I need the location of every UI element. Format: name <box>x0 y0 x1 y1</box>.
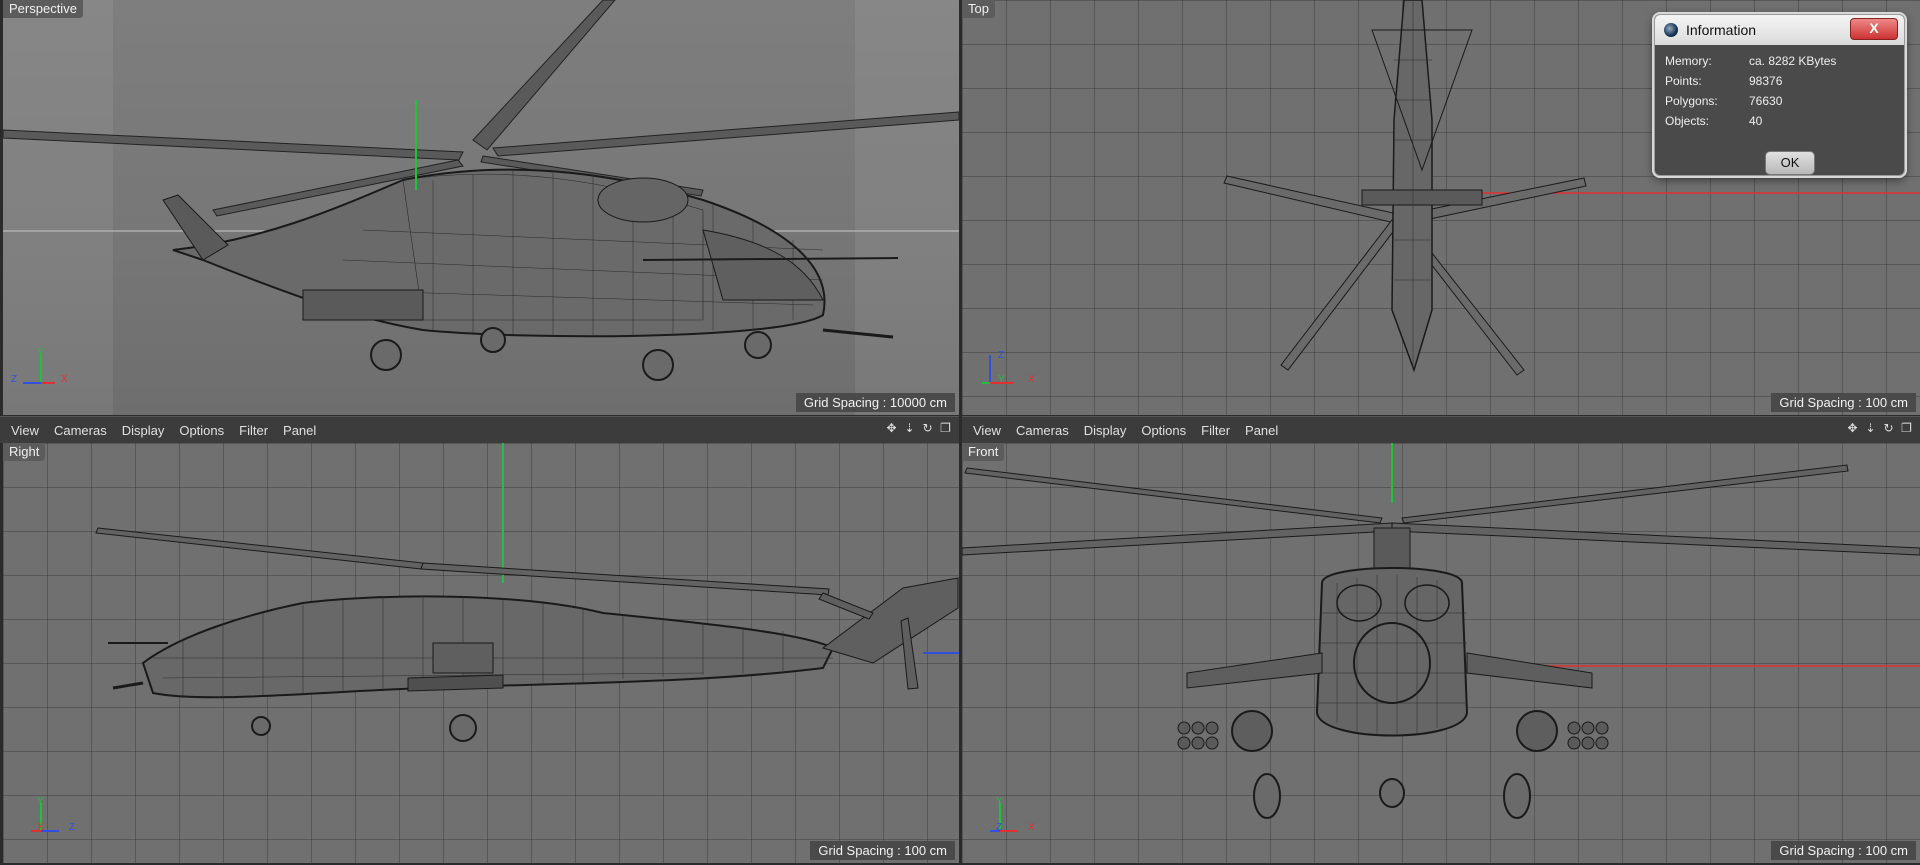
axis-label-z: Z <box>998 350 1005 361</box>
axis-label-z: Z <box>11 374 18 385</box>
info-label: Points: <box>1665 74 1702 88</box>
info-label: Memory: <box>1665 54 1712 68</box>
helicopter-wireframe-side <box>95 443 959 742</box>
maximize-icon[interactable]: ❐ <box>1899 421 1914 436</box>
viewport-nav-icons: ✥ ⇣ ↻ ❐ <box>1845 421 1914 436</box>
app-logo-icon <box>1664 23 1678 37</box>
helicopter-wireframe-front <box>962 443 1920 819</box>
dialog-body: Memory: ca. 8282 KBytes Points: 98376 Po… <box>1665 51 1894 175</box>
down-arrow-icon[interactable]: ⇣ <box>1863 421 1878 436</box>
grid-spacing: Grid Spacing : 100 cm <box>1771 393 1916 412</box>
info-label: Objects: <box>1665 114 1710 128</box>
maximize-icon[interactable]: ❐ <box>938 421 953 436</box>
menu-display[interactable]: Display <box>1084 423 1127 438</box>
axis-label-y: Y <box>996 796 1003 807</box>
axis-label-y: Y <box>37 347 44 358</box>
info-row-points: Points: 98376 <box>1665 71 1894 91</box>
viewport-title: Perspective <box>3 0 83 18</box>
axis-label-x: X <box>37 822 44 833</box>
menu-options[interactable]: Options <box>179 423 224 438</box>
axis-label-z: Z <box>69 822 76 833</box>
axis-label-x: X <box>1028 822 1035 833</box>
information-dialog: Information X Memory: ca. 8282 KBytes Po… <box>1654 14 1905 176</box>
helicopter-wireframe-perspective <box>3 0 959 381</box>
menu-filter[interactable]: Filter <box>1201 423 1230 438</box>
right-viewport[interactable]: Y X Z Right Grid Spacing : 100 cm <box>3 443 959 863</box>
info-row-memory: Memory: ca. 8282 KBytes <box>1665 51 1894 71</box>
info-value: 40 <box>1749 114 1763 128</box>
info-value: 98376 <box>1749 74 1783 88</box>
viewport-nav-icons: ✥ ⇣ ↻ ❐ <box>884 421 953 436</box>
axis-label-y: Y <box>998 374 1005 385</box>
viewport-menubar-right: View Cameras Display Options Filter Pane… <box>962 416 1920 444</box>
viewport-title: Right <box>3 443 46 461</box>
menu-display[interactable]: Display <box>122 423 165 438</box>
front-viewport[interactable]: Y Z X Front Grid Spacing : 100 cm <box>962 443 1920 863</box>
menu-filter[interactable]: Filter <box>239 423 268 438</box>
grid-spacing: Grid Spacing : 10000 cm <box>795 393 955 412</box>
info-value: 76630 <box>1749 94 1783 108</box>
axis-gizmo <box>23 353 55 384</box>
axis-label-z: Z <box>996 822 1003 833</box>
ok-button[interactable]: OK <box>1765 151 1815 175</box>
viewport-title: Front <box>962 443 1005 461</box>
menu-panel[interactable]: Panel <box>283 423 316 438</box>
axis-gizmo <box>31 803 59 832</box>
menu-view[interactable]: View <box>973 423 1001 438</box>
down-arrow-icon[interactable]: ⇣ <box>902 421 917 436</box>
viewport-menubar-left: View Cameras Display Options Filter Pane… <box>0 416 959 444</box>
axis-label-x: X <box>61 374 68 385</box>
menu-view[interactable]: View <box>11 423 39 438</box>
axis-gizmo <box>982 355 1014 384</box>
perspective-viewport[interactable]: Y Z X Perspective Grid Spacing : 10000 c… <box>3 0 959 415</box>
dialog-title: Information <box>1686 22 1757 38</box>
menu-options[interactable]: Options <box>1141 423 1186 438</box>
move-icon[interactable]: ✥ <box>1845 421 1860 436</box>
rotate-icon[interactable]: ↻ <box>920 421 935 436</box>
menu-panel[interactable]: Panel <box>1245 423 1278 438</box>
menu-cameras[interactable]: Cameras <box>54 423 107 438</box>
axis-label-y: Y <box>37 796 44 807</box>
close-button[interactable]: X <box>1850 18 1898 40</box>
rotate-icon[interactable]: ↻ <box>1881 421 1896 436</box>
info-label: Polygons: <box>1665 94 1718 108</box>
axis-gizmo <box>990 803 1018 832</box>
viewport-title: Top <box>962 0 995 18</box>
dialog-titlebar[interactable]: Information X <box>1655 15 1904 45</box>
move-icon[interactable]: ✥ <box>884 421 899 436</box>
menu-cameras[interactable]: Cameras <box>1016 423 1069 438</box>
axis-label-x: X <box>1028 374 1035 385</box>
grid-spacing: Grid Spacing : 100 cm <box>810 841 955 860</box>
info-row-objects: Objects: 40 <box>1665 111 1894 131</box>
info-row-polygons: Polygons: 76630 <box>1665 91 1894 111</box>
info-value: ca. 8282 KBytes <box>1749 54 1837 68</box>
grid-spacing: Grid Spacing : 100 cm <box>1771 841 1916 860</box>
